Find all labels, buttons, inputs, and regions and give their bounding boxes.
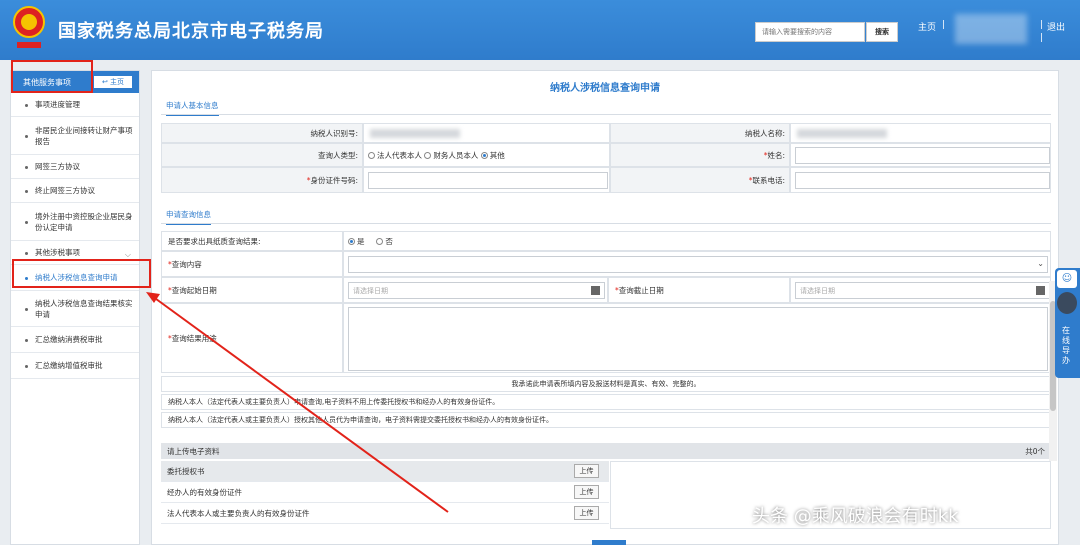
- content-select[interactable]: ⌄: [348, 256, 1048, 273]
- phone-input[interactable]: [795, 172, 1050, 189]
- radio-icon: [424, 151, 432, 159]
- nav-separator: |: [1040, 20, 1044, 30]
- sidebar-home-label: 主页: [110, 78, 125, 86]
- submit-button[interactable]: [592, 540, 626, 545]
- taxpayer-name-value: [790, 123, 1051, 143]
- sidebar-item-consumption-tax[interactable]: 汇总缴纳消费税审批: [11, 327, 139, 353]
- sidebar-home-button[interactable]: ↩ 主页: [93, 75, 133, 89]
- annotation-box: [12, 259, 151, 288]
- radio-paper-yes[interactable]: 是: [348, 236, 365, 247]
- national-emblem-icon: [13, 6, 45, 48]
- phone-label: * 联系电话:: [610, 167, 790, 193]
- radio-legal-rep[interactable]: 法人代表本人: [368, 150, 422, 161]
- commitment-notice: 我承诺此申请表所填内容及报送材料是真实、有效、完整的。: [161, 376, 1051, 392]
- sidebar-item-result-verify[interactable]: 纳税人涉税信息查询结果核实申请: [11, 291, 139, 327]
- site-title: 国家税务总局北京市电子税务局: [58, 21, 324, 42]
- calendar-icon: [1036, 286, 1045, 295]
- nav-home-link[interactable]: 主页: [918, 20, 936, 33]
- annotation-box: [11, 60, 93, 93]
- nav-separator: |: [942, 20, 946, 30]
- id-number-cell: [363, 167, 610, 193]
- page-title: 纳税人涉税信息查询申请: [550, 83, 660, 94]
- upload-row-legal-id: 法人代表本人或主要负责人的有效身份证件 上传: [161, 503, 609, 524]
- taxpayer-id-label: 纳税人识别号:: [161, 123, 363, 143]
- purpose-label: * 查询结果用途: [161, 303, 343, 373]
- content-label: * 查询内容: [161, 251, 343, 277]
- upload-button[interactable]: 上传: [574, 506, 599, 520]
- sidebar-item-resident-identity[interactable]: 境外注册中资控股企业居民身份认定申请: [11, 203, 139, 241]
- sidebar-item-terminate-tripartite[interactable]: 终止网签三方协议: [11, 179, 139, 203]
- nav-separator: |: [1040, 33, 1044, 43]
- radio-checked-icon: [348, 237, 355, 245]
- logout-link[interactable]: 退出: [1047, 20, 1065, 33]
- taxpayer-name-label: 纳税人名称:: [610, 123, 790, 143]
- upload-count: 共0个: [1025, 446, 1045, 456]
- person-icon[interactable]: ☺: [1057, 270, 1077, 288]
- taxpayer-id-value: [363, 123, 610, 143]
- start-date-label: * 查询起始日期: [161, 277, 343, 303]
- start-date-input[interactable]: 请选择日期: [348, 282, 605, 299]
- radio-finance[interactable]: 财务人员本人: [424, 150, 478, 161]
- avatar: [1057, 292, 1077, 314]
- query-type-options: 法人代表本人 财务人员本人 其他: [363, 143, 610, 167]
- content-cell: ⌄: [343, 251, 1051, 277]
- upload-button[interactable]: 上传: [574, 485, 599, 499]
- sidebar-item-vat[interactable]: 汇总缴纳增值税审批: [11, 353, 139, 379]
- radio-icon: [368, 151, 375, 159]
- divider: [161, 223, 1051, 224]
- radio-other[interactable]: 其他: [480, 150, 505, 161]
- sidebar-item-nonresident-transfer[interactable]: 非居民企业间接转让财产事项报告: [11, 117, 139, 155]
- sidebar: 其他服务事项 ↩ 主页 事项进度管理 非居民企业间接转让财产事项报告 网签三方协…: [10, 70, 140, 545]
- query-type-label: 查询人类型:: [161, 143, 363, 167]
- notice-authorized: 纳税人本人（法定代表人或主要负责人）授权其他人员代为申请查询，电子资料需提交委托…: [161, 412, 1051, 428]
- start-date-cell: 请选择日期: [343, 277, 608, 303]
- user-info: [955, 14, 1027, 44]
- purpose-cell: [343, 303, 1051, 373]
- id-number-label: * 身份证件号码:: [161, 167, 363, 193]
- paper-result-label: 是否要求出具纸质查询结果:: [161, 231, 343, 251]
- radio-icon: [376, 237, 384, 245]
- radio-checked-icon: [480, 151, 488, 159]
- paper-result-options: 是 否: [343, 231, 1051, 251]
- id-number-input[interactable]: [368, 172, 608, 189]
- online-guide-label[interactable]: 在线导办: [1062, 326, 1072, 366]
- search-button[interactable]: 搜索: [866, 22, 898, 42]
- sidebar-item-progress[interactable]: 事项进度管理: [11, 93, 139, 117]
- name-label: * 姓名:: [610, 143, 790, 167]
- upload-row-authorization: 委托授权书 上传: [161, 461, 609, 482]
- end-date-input[interactable]: 请选择日期: [795, 282, 1050, 299]
- calendar-icon: [591, 286, 600, 295]
- end-date-cell: 请选择日期: [790, 277, 1051, 303]
- radio-paper-no[interactable]: 否: [376, 236, 393, 247]
- name-cell: [790, 143, 1051, 167]
- top-header: 国家税务总局北京市电子税务局 搜索 主页 | | | 退出: [0, 0, 1080, 60]
- chevron-down-icon: ⌄: [1037, 259, 1044, 268]
- notice-self: 纳税人本人（法定代表人或主要负责人）申请查询,电子资料不用上传委托授权书和经办人…: [161, 394, 1051, 410]
- upload-button[interactable]: 上传: [574, 464, 599, 478]
- divider: [161, 114, 1051, 115]
- upload-header: 请上传电子资料 共0个: [161, 443, 1051, 459]
- upload-row-agent-id: 经办人的有效身份证件 上传: [161, 482, 609, 503]
- purpose-textarea[interactable]: [348, 307, 1048, 371]
- phone-cell: [790, 167, 1051, 193]
- main-panel: 纳税人涉税信息查询申请 申请人基本信息 纳税人识别号: 纳税人名称: 查询人类型…: [151, 70, 1059, 545]
- end-date-label: * 查询截止日期: [608, 277, 790, 303]
- search-input[interactable]: [755, 22, 865, 42]
- name-input[interactable]: [795, 147, 1050, 164]
- sidebar-item-tripartite[interactable]: 网签三方协议: [11, 155, 139, 179]
- upload-title: 请上传电子资料: [167, 446, 220, 456]
- back-arrow-icon: ↩: [101, 78, 108, 86]
- watermark: 头条 @乘风破浪会有时kk: [752, 506, 959, 527]
